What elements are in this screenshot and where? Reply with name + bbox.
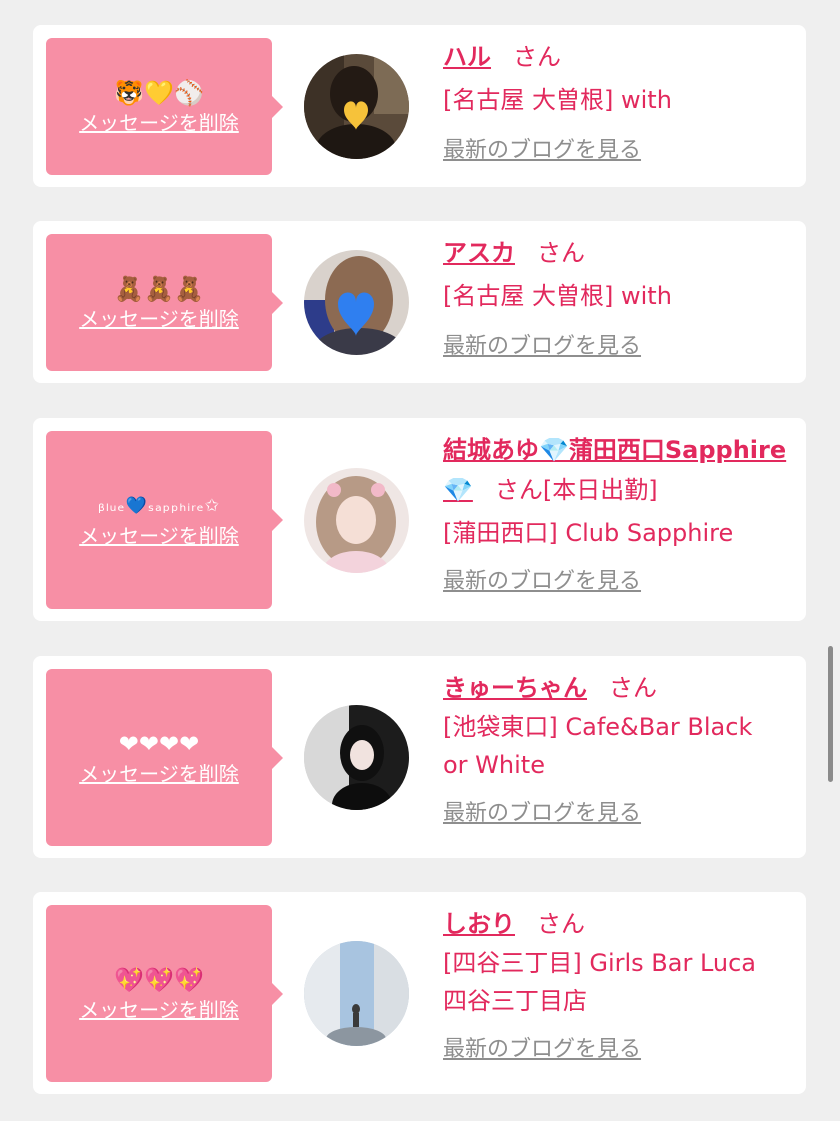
delete-message-link[interactable]: メッセージを削除 <box>79 996 239 1024</box>
cast-name-link[interactable]: しおり <box>443 910 515 938</box>
cast-card: 🐯💛⚾ メッセージを削除 ハル さん [名古屋 大曽根] with 最新のブログを… <box>33 25 806 187</box>
cast-card: 🧸🧸🧸 メッセージを削除 アスカ さん [名古屋 大曽根] with 最新のブログ… <box>33 221 806 383</box>
message-text: 💖💖💖 <box>114 965 204 994</box>
honorific: さん <box>609 674 657 702</box>
message-bubble: 💖💖💖 メッセージを削除 <box>46 905 283 1082</box>
honorific: さん <box>513 43 561 71</box>
attendance-status: [本日出勤] <box>542 476 658 504</box>
shop-line: [名古屋 大曽根] with <box>443 282 672 310</box>
latest-blog-link[interactable]: 最新のブログを見る <box>443 798 796 830</box>
cast-name-link[interactable]: きゅーちゃん <box>443 674 587 702</box>
message-bubble: 🧸🧸🧸 メッセージを削除 <box>46 234 283 371</box>
honorific: さん <box>537 910 585 938</box>
latest-blog-link[interactable]: 最新のブログを見る <box>443 566 796 598</box>
delete-message-link[interactable]: メッセージを削除 <box>79 760 239 788</box>
delete-message-link[interactable]: メッセージを削除 <box>79 305 239 333</box>
message-bubble: ᵦₗᵤₑ💙ₛₐₚₚₕᵢᵣₑ✩ メッセージを削除 <box>46 431 283 609</box>
message-text: 🧸🧸🧸 <box>114 274 204 303</box>
message-bubble: 🐯💛⚾ メッセージを削除 <box>46 38 283 175</box>
cast-info: ハル さん [名古屋 大曽根] with 最新のブログを見る <box>443 39 796 167</box>
latest-blog-link[interactable]: 最新のブログを見る <box>443 331 796 363</box>
message-bubble: ❤❤❤❤ メッセージを削除 <box>46 669 283 846</box>
shop-line: [名古屋 大曽根] with <box>443 86 672 114</box>
cast-card: ❤❤❤❤ メッセージを削除 きゅーちゃん さん [池袋東口] Cafe&Bar B… <box>33 656 806 858</box>
message-text: ❤❤❤❤ <box>118 729 200 758</box>
avatar[interactable] <box>304 250 409 355</box>
cast-card: 💖💖💖 メッセージを削除 しおり さん [四谷三丁目] Girls Bar Luc… <box>33 892 806 1094</box>
honorific: さん <box>494 476 543 504</box>
cast-info: 結城あゆ💎蒲田西口Sapphire💎 さん[本日出勤] [蒲田西口] Club S… <box>443 432 796 598</box>
avatar[interactable] <box>304 705 409 810</box>
message-text: ᵦₗᵤₑ💙ₛₐₚₚₕᵢᵣₑ✩ <box>98 496 220 516</box>
delete-message-link[interactable]: メッセージを削除 <box>79 109 239 137</box>
message-text: 🐯💛⚾ <box>114 78 204 107</box>
latest-blog-link[interactable]: 最新のブログを見る <box>443 1034 796 1066</box>
cast-name-link[interactable]: ハル <box>443 43 491 71</box>
cast-name-link[interactable]: アスカ <box>443 239 515 267</box>
shop-line: [蒲田西口] Club Sapphire <box>443 519 734 547</box>
shop-line: or White <box>443 751 545 779</box>
avatar[interactable] <box>304 468 409 573</box>
latest-blog-link[interactable]: 最新のブログを見る <box>443 135 796 167</box>
cast-info: きゅーちゃん さん [池袋東口] Cafe&Bar Black or White … <box>443 670 796 830</box>
shop-line: 四谷三丁目店 <box>443 987 587 1015</box>
avatar[interactable] <box>304 54 409 159</box>
scrollbar[interactable] <box>828 646 833 782</box>
shop-line: [四谷三丁目] Girls Bar Luca <box>443 949 757 977</box>
avatar[interactable] <box>304 941 409 1046</box>
honorific: さん <box>537 239 585 267</box>
delete-message-link[interactable]: メッセージを削除 <box>79 522 239 550</box>
cast-info: アスカ さん [名古屋 大曽根] with 最新のブログを見る <box>443 235 796 363</box>
cast-info: しおり さん [四谷三丁目] Girls Bar Luca 四谷三丁目店 最新のブ… <box>443 906 796 1066</box>
shop-line: [池袋東口] Cafe&Bar Black <box>443 713 753 741</box>
cast-card: ᵦₗᵤₑ💙ₛₐₚₚₕᵢᵣₑ✩ メッセージを削除 結城あゆ💎蒲田西口Sapphir… <box>33 418 806 621</box>
